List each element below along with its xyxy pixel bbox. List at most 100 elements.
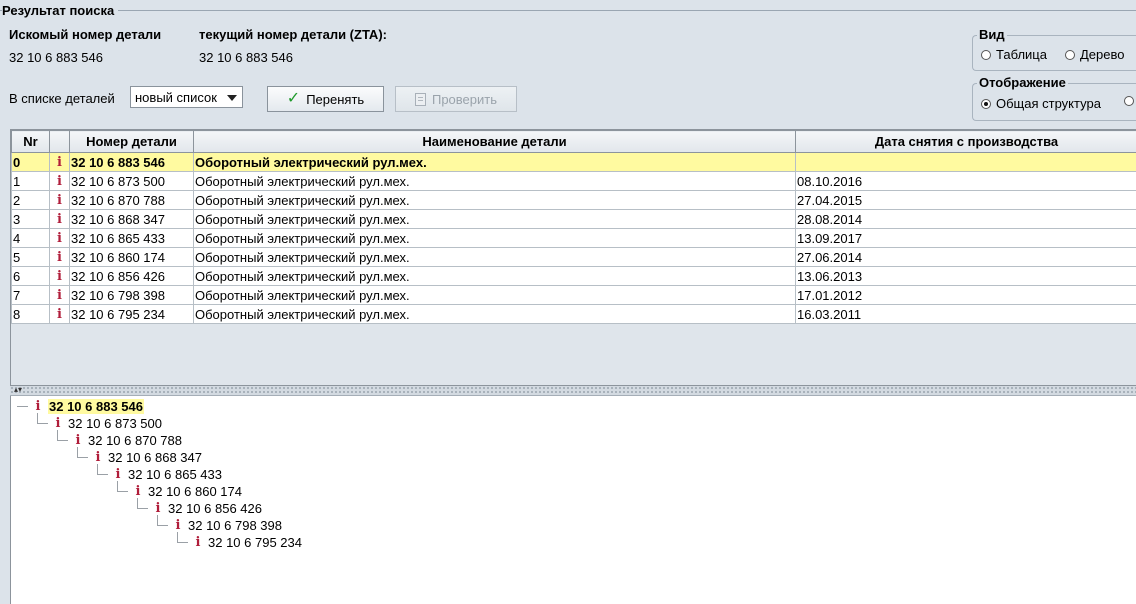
cell-part-number: 32 10 6 798 398 <box>69 285 194 305</box>
table-row[interactable]: 5 i 32 10 6 860 174 Оборотный электрический… <box>11 247 1136 267</box>
table-row[interactable]: 3 i 32 10 6 868 347 Оборотный электрический… <box>11 209 1136 229</box>
cell-nr: 1 <box>11 171 50 191</box>
parts-table: Nr Номер детали Наименование детали Дата… <box>10 129 1136 386</box>
document-check-icon <box>414 92 426 106</box>
tree-connector <box>157 525 168 526</box>
tree-node[interactable]: i 32 10 6 870 788 <box>73 432 182 449</box>
info-icon[interactable]: i <box>51 231 68 246</box>
cell-part-number: 32 10 6 870 788 <box>69 190 194 210</box>
cell-nr: 2 <box>11 190 50 210</box>
info-icon: i <box>35 399 41 414</box>
info-cell: i <box>49 304 70 324</box>
cell-part-number: 32 10 6 883 546 <box>69 152 194 172</box>
info-icon[interactable]: i <box>51 307 68 322</box>
display-option-label: Общая структура <box>996 96 1101 111</box>
tree-node[interactable]: i 32 10 6 856 426 <box>153 500 262 517</box>
searched-part-value: 32 10 6 883 546 <box>9 50 103 65</box>
part-list-label: В списке деталей <box>9 91 115 106</box>
cell-part-name: Оборотный электрический рул.мех. <box>193 152 796 172</box>
table-row[interactable]: 8 i 32 10 6 795 234 Оборотный электрический… <box>11 304 1136 324</box>
cell-part-name: Оборотный электрический рул.мех. <box>193 228 796 248</box>
current-part-value: 32 10 6 883 546 <box>199 50 293 65</box>
info-icon: i <box>135 484 141 499</box>
splitter-arrows-icon[interactable]: ▴▾ <box>14 386 22 394</box>
cell-part-number: 32 10 6 856 426 <box>69 266 194 286</box>
column-header-nr[interactable]: Nr <box>11 130 50 153</box>
radio-icon <box>981 49 991 60</box>
tree-node-label: 32 10 6 860 174 <box>148 484 242 499</box>
tree-node[interactable]: i 32 10 6 795 234 <box>193 534 302 551</box>
display-radio-overall-structure[interactable]: Общая структура <box>981 96 1101 111</box>
verify-button[interactable]: Проверить <box>395 86 517 112</box>
cell-discontinued-date: 17.01.2012 <box>795 285 1136 305</box>
info-icon[interactable]: i <box>51 250 68 265</box>
table-row[interactable]: 4 i 32 10 6 865 433 Оборотный электрический… <box>11 228 1136 248</box>
info-icon[interactable]: i <box>51 269 68 284</box>
cell-part-number: 32 10 6 860 174 <box>69 247 194 267</box>
tree-node-label: 32 10 6 865 433 <box>128 467 222 482</box>
radio-selected-icon <box>981 98 991 109</box>
info-icon: i <box>175 518 181 533</box>
cell-nr: 5 <box>11 247 50 267</box>
table-row[interactable]: 0 i 32 10 6 883 546 Оборотный электрический… <box>11 152 1136 172</box>
cell-part-number: 32 10 6 873 500 <box>69 171 194 191</box>
tree-node[interactable]: i 32 10 6 868 347 <box>93 449 202 466</box>
column-header-discontinued-date[interactable]: Дата снятия с производства <box>795 130 1136 153</box>
info-icon[interactable]: i <box>51 193 68 208</box>
info-icon[interactable]: i <box>51 212 68 227</box>
tree-node[interactable]: i 32 10 6 865 433 <box>113 466 222 483</box>
tree-root-node[interactable]: i 32 10 6 883 546 <box>33 398 144 415</box>
info-icon[interactable]: i <box>51 174 68 189</box>
adopt-button[interactable]: ✓ Перенять <box>267 86 384 112</box>
info-icon[interactable]: i <box>51 155 68 170</box>
part-list-selected-value: новый список <box>135 89 217 105</box>
cell-discontinued-date: 27.04.2015 <box>795 190 1136 210</box>
cell-part-name: Оборотный электрический рул.мех. <box>193 190 796 210</box>
column-header-icon[interactable] <box>49 130 70 153</box>
table-row[interactable]: 6 i 32 10 6 856 426 Оборотный электрический… <box>11 266 1136 286</box>
info-cell: i <box>49 228 70 248</box>
cell-part-number: 32 10 6 865 433 <box>69 228 194 248</box>
info-cell: i <box>49 152 70 172</box>
info-cell: i <box>49 209 70 229</box>
cell-discontinued-date: 28.08.2014 <box>795 209 1136 229</box>
part-list-select[interactable]: новый список <box>130 86 243 108</box>
tree-node[interactable]: i 32 10 6 860 174 <box>133 483 242 500</box>
view-option-table-label: Таблица <box>996 47 1047 62</box>
info-cell: i <box>49 285 70 305</box>
tree-connector <box>37 413 38 423</box>
panel-title: Результат поиска <box>2 3 119 18</box>
display-group-title: Отображение <box>977 75 1068 90</box>
cell-discontinued-date: 27.06.2014 <box>795 247 1136 267</box>
cell-nr: 8 <box>11 304 50 324</box>
tree-connector <box>117 481 118 491</box>
parts-tree: i 32 10 6 883 546 i 32 10 6 873 500 i 32 10 6… <box>10 396 1136 604</box>
cell-discontinued-date: 08.10.2016 <box>795 171 1136 191</box>
info-icon: i <box>195 535 201 550</box>
info-icon: i <box>95 450 101 465</box>
column-header-part-name[interactable]: Наименование детали <box>193 130 796 153</box>
display-radio-second[interactable] <box>1124 96 1136 106</box>
tree-node[interactable]: i 32 10 6 798 398 <box>173 517 282 534</box>
table-row[interactable]: 2 i 32 10 6 870 788 Оборотный электрический… <box>11 190 1136 210</box>
info-icon[interactable]: i <box>51 288 68 303</box>
chevron-down-icon <box>227 95 237 101</box>
view-group-title: Вид <box>977 27 1007 42</box>
info-cell: i <box>49 247 70 267</box>
column-header-part-number[interactable]: Номер детали <box>69 130 194 153</box>
view-radio-table[interactable]: Таблица <box>981 47 1047 62</box>
radio-icon <box>1124 96 1134 106</box>
tree-connector <box>97 474 108 475</box>
tree-node[interactable]: i 32 10 6 873 500 <box>53 415 162 432</box>
table-row[interactable]: 7 i 32 10 6 798 398 Оборотный электрический… <box>11 285 1136 305</box>
view-radio-tree[interactable]: Дерево <box>1065 47 1124 62</box>
info-icon: i <box>75 433 81 448</box>
tree-connector <box>117 491 128 492</box>
current-part-label: текущий номер детали (ZTA): <box>199 27 387 42</box>
cell-part-number: 32 10 6 868 347 <box>69 209 194 229</box>
table-row[interactable]: 1 i 32 10 6 873 500 Оборотный электрический… <box>11 171 1136 191</box>
tree-node-label: 32 10 6 883 546 <box>48 399 144 414</box>
info-icon: i <box>155 501 161 516</box>
tree-connector <box>77 457 88 458</box>
splitter-handle[interactable] <box>10 386 1136 396</box>
